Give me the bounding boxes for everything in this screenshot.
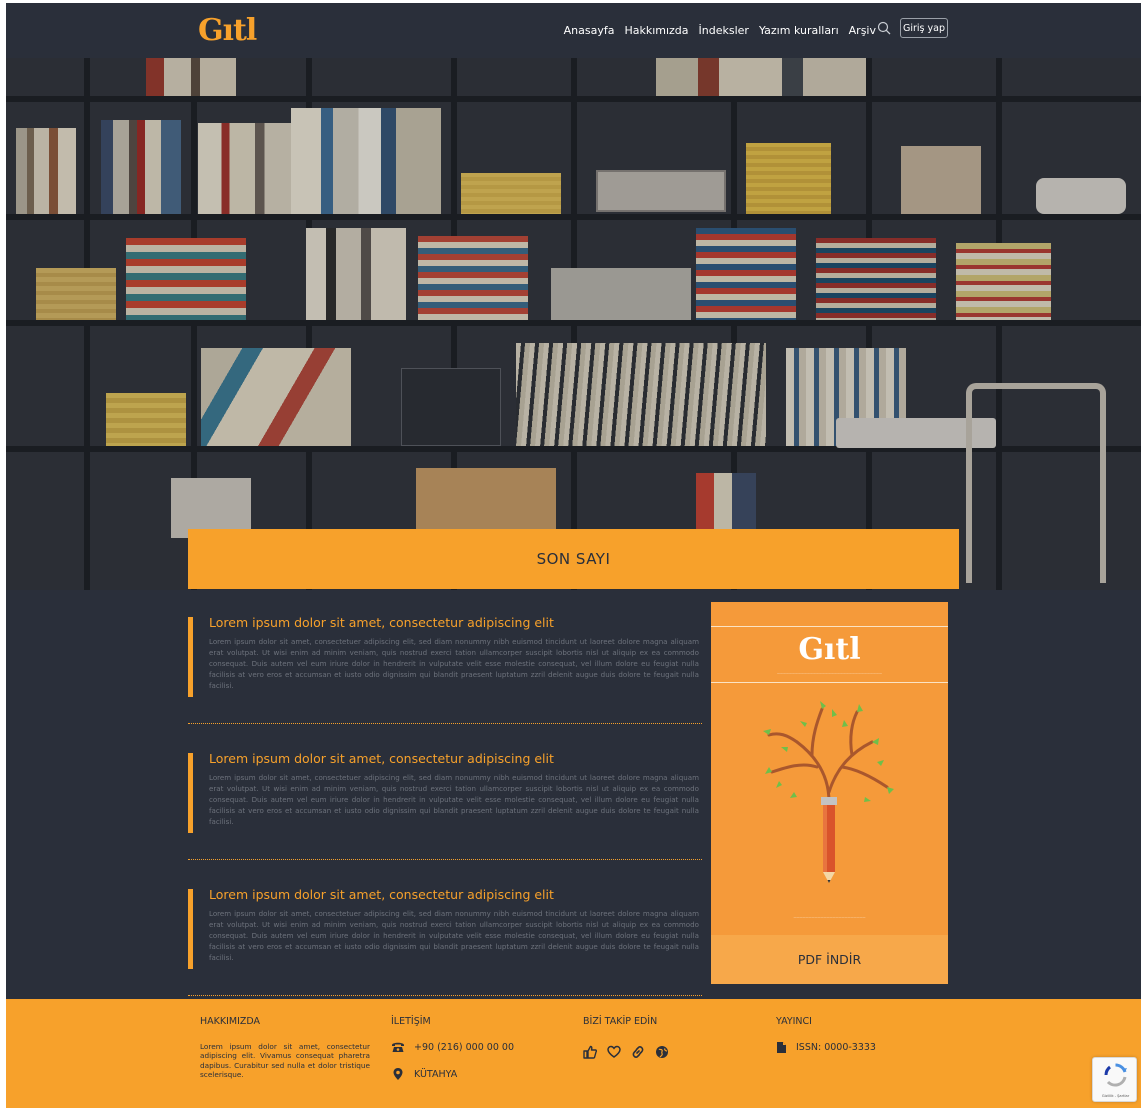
footer-publisher-title: YAYINCI (776, 1016, 812, 1027)
footer-social: BİZİ TAKİP EDİN (583, 1016, 669, 1059)
page: Gıtl Anasayfa Hakkımızda İndeksler Yazım… (6, 3, 1141, 1108)
article-divider (188, 723, 702, 724)
site-logo[interactable]: Gıtl (198, 13, 257, 48)
social-icons (583, 1045, 669, 1059)
publisher-issn: ISSN: 0000-3333 (776, 1041, 876, 1054)
latest-issue-banner: SON SAYI (188, 529, 959, 589)
document-icon (777, 1042, 786, 1053)
article-excerpt: Lorem ipsum dolor sit amet, consectetuer… (209, 637, 699, 690)
globe-icon[interactable] (655, 1045, 669, 1059)
issn-text: ISSN: 0000-3333 (796, 1042, 876, 1053)
pdf-download-button[interactable]: PDF İNDİR (711, 935, 948, 984)
cover-logo: Gıtl (798, 632, 861, 667)
article-title[interactable]: Lorem ipsum dolor sit amet, consectetur … (209, 887, 699, 902)
phone-icon (392, 1042, 404, 1052)
footer-publisher: YAYINCI ISSN: 0000-3333 (776, 1016, 876, 1054)
nav-item-yazim-kurallari[interactable]: Yazım kuralları (759, 24, 839, 37)
search-icon[interactable] (877, 21, 891, 35)
contact-phone-text: +90 (216) 000 00 00 (414, 1041, 514, 1053)
issue-cover[interactable]: Gıtl ——————————————————————————————————— (711, 602, 948, 984)
article-divider (188, 995, 702, 996)
navbar: Gıtl Anasayfa Hakkımızda İndeksler Yazım… (6, 3, 1141, 58)
cover-rule (711, 682, 948, 683)
article-list: Lorem ipsum dolor sit amet, consectetur … (188, 615, 702, 1023)
contact-phone: +90 (216) 000 00 00 (391, 1041, 514, 1053)
article-accent-bar (188, 617, 193, 697)
footer-social-title: BİZİ TAKİP EDİN (583, 1016, 658, 1027)
article-title[interactable]: Lorem ipsum dolor sit amet, consectetur … (209, 615, 699, 630)
recaptcha-icon (1104, 1063, 1127, 1087)
article-excerpt: Lorem ipsum dolor sit amet, consectetuer… (209, 773, 699, 826)
pencil-tree-illustration (763, 701, 894, 883)
footer-contact: İLETİŞİM +90 (216) 000 00 00 KÜTAHYA (391, 1016, 514, 1081)
login-button[interactable]: Giriş yap (900, 18, 948, 38)
heart-icon[interactable] (607, 1045, 621, 1059)
location-pin-icon (393, 1068, 403, 1080)
cover-url-line: ———————————————————————— (793, 915, 866, 919)
footer-contact-title: İLETİŞİM (391, 1016, 431, 1027)
footer-about-title: HAKKIMIZDA (200, 1016, 261, 1027)
hero-overlay (6, 58, 1141, 590)
footer-about-text: Lorem ipsum dolor sit amet, consectetur … (200, 1042, 370, 1079)
link-icon[interactable] (631, 1045, 645, 1059)
cover-rule (711, 626, 948, 627)
nav-item-anasayfa[interactable]: Anasayfa (564, 24, 615, 37)
contact-location-text: KÜTAHYA (414, 1068, 458, 1080)
cover-subtitle-line: ——————————————————————————————————— (777, 671, 882, 675)
article-divider (188, 859, 702, 860)
article-item[interactable]: Lorem ipsum dolor sit amet, consectetur … (188, 615, 702, 751)
nav-item-indeksler[interactable]: İndeksler (699, 24, 749, 37)
recaptcha-terms[interactable]: Gizlilik - Şartlar (1093, 1094, 1138, 1098)
nav-item-arsiv[interactable]: Arşiv (849, 24, 876, 37)
contact-location: KÜTAHYA (391, 1067, 514, 1081)
footer-about: HAKKIMIZDA Lorem ipsum dolor sit amet, c… (200, 1016, 370, 1079)
article-title[interactable]: Lorem ipsum dolor sit amet, consectetur … (209, 751, 699, 766)
article-excerpt: Lorem ipsum dolor sit amet, consectetuer… (209, 909, 699, 962)
hero-image (6, 58, 1141, 590)
footer: HAKKIMIZDA Lorem ipsum dolor sit amet, c… (6, 999, 1141, 1108)
nav-item-hakkimizda[interactable]: Hakkımızda (624, 24, 688, 37)
main-nav: Anasayfa Hakkımızda İndeksler Yazım kura… (564, 24, 876, 37)
article-item[interactable]: Lorem ipsum dolor sit amet, consectetur … (188, 751, 702, 887)
article-accent-bar (188, 889, 193, 969)
thumbs-up-icon[interactable] (583, 1045, 597, 1059)
recaptcha-badge[interactable]: Gizlilik - Şartlar (1092, 1057, 1137, 1102)
article-accent-bar (188, 753, 193, 833)
